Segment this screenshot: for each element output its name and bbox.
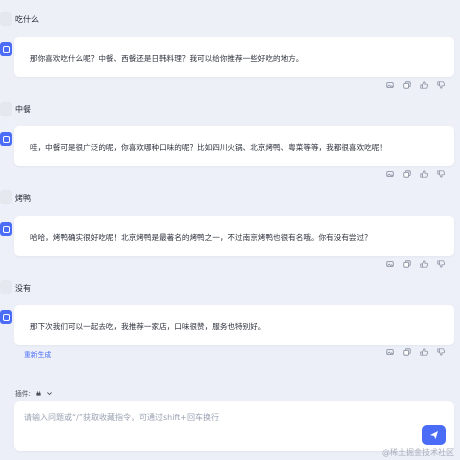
thumb-down-icon[interactable]	[437, 260, 445, 268]
user-avatar	[0, 12, 12, 26]
bot-avatar	[0, 222, 12, 236]
image-icon[interactable]	[386, 81, 394, 89]
bot-message-4: 那下次我们可以一起去吃，我推荐一家店，口味很赞，服务也特别好。	[14, 305, 454, 345]
message-actions	[386, 348, 445, 358]
plugin-icon	[36, 390, 41, 396]
image-icon[interactable]	[386, 170, 394, 178]
bot-message-3: 哈哈，烤鸭确实很好吃呢！北京烤鸭是最著名的烤鸭之一，不过南京烤鸭也很有名哦。你有…	[14, 216, 454, 256]
bot-avatar	[0, 132, 12, 146]
message-actions	[386, 260, 445, 270]
chat-input[interactable]	[22, 408, 406, 426]
thumb-up-icon[interactable]	[420, 170, 428, 178]
corner-watermark: @稀土掘金技术社区	[382, 448, 454, 457]
bot-message-2: 哇，中餐可是很广泛的呢，你喜欢哪种口味的呢？比如四川火锅、北京烤鸭、粤菜等等，我…	[14, 126, 454, 166]
chat-input-box	[14, 401, 454, 451]
image-icon[interactable]	[386, 260, 394, 268]
user-message-2: 中餐	[15, 105, 31, 114]
user-message-3: 烤鸭	[15, 194, 31, 203]
bot-message-text: 哈哈，烤鸭确实很好吃呢！北京烤鸭是最著名的烤鸭之一，不过南京烤鸭也很有名哦。你有…	[30, 233, 372, 242]
image-icon[interactable]	[386, 348, 394, 356]
user-avatar	[0, 190, 12, 204]
thumb-up-icon[interactable]	[420, 348, 428, 356]
bot-avatar	[0, 42, 12, 56]
copy-icon[interactable]	[403, 348, 411, 356]
send-button[interactable]	[422, 425, 446, 445]
bot-avatar	[0, 310, 12, 324]
copy-icon[interactable]	[403, 81, 411, 89]
thumb-down-icon[interactable]	[437, 348, 445, 356]
chevron-down-icon	[46, 391, 52, 395]
bot-message-1: 那你喜欢吃什么呢？中餐、西餐还是日韩料理？我可以给你推荐一些好吃的地方。	[14, 37, 454, 77]
bot-message-text: 哇，中餐可是很广泛的呢，你喜欢哪种口味的呢？比如四川火锅、北京烤鸭、粤菜等等，我…	[30, 143, 387, 152]
regenerate-button[interactable]: 重新生成	[24, 349, 51, 359]
thumb-up-icon[interactable]	[420, 260, 428, 268]
user-avatar	[0, 280, 12, 294]
plugins-selector[interactable]: 插件:	[15, 388, 53, 398]
copy-icon[interactable]	[403, 170, 411, 178]
user-message-4: 没有	[15, 284, 31, 293]
bot-message-text: 那下次我们可以一起去吃，我推荐一家店，口味很赞，服务也特别好。	[30, 322, 266, 331]
thumb-up-icon[interactable]	[420, 81, 428, 89]
user-message-1: 吃什么	[15, 15, 39, 24]
chat-page: 吃什么 那你喜欢吃什么呢？中餐、西餐还是日韩料理？我可以给你推荐一些好吃的地方。…	[0, 0, 460, 460]
thumb-down-icon[interactable]	[437, 81, 445, 89]
send-icon	[430, 431, 438, 439]
thumb-down-icon[interactable]	[437, 170, 445, 178]
message-actions	[386, 170, 445, 180]
copy-icon[interactable]	[403, 260, 411, 268]
plugins-label: 插件:	[15, 390, 31, 398]
bot-message-text: 那你喜欢吃什么呢？中餐、西餐还是日韩料理？我可以给你推荐一些好吃的地方。	[30, 54, 304, 63]
message-actions	[386, 81, 445, 91]
user-avatar	[0, 102, 12, 116]
